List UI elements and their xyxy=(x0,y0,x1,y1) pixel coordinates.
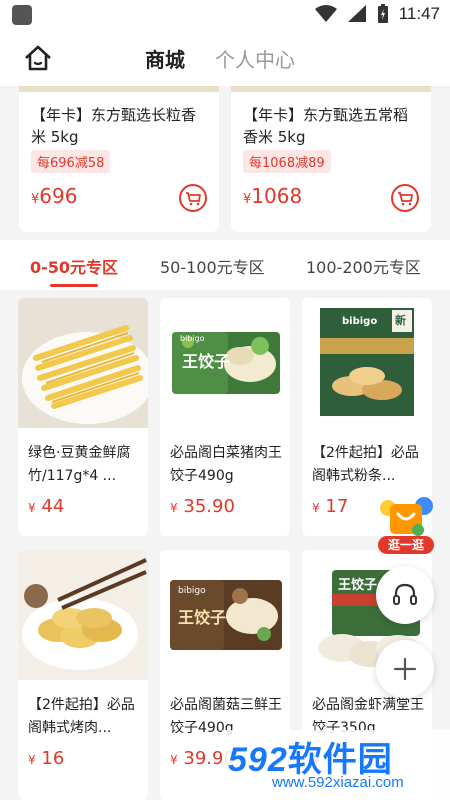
featured-card[interactable]: 【年卡】东方甄选长粒香米 5kg 每696减58 ¥696 xyxy=(19,86,219,232)
battery-icon xyxy=(377,4,388,23)
add-to-cart-icon[interactable] xyxy=(391,184,419,212)
package-text: 王饺子 xyxy=(178,608,227,627)
home-icon[interactable] xyxy=(22,42,54,74)
package-text: bibigo xyxy=(180,334,205,343)
product-card[interactable]: 王饺子 bibigo 必品阁白菜猪肉王饺子490g ¥ 35.90 xyxy=(160,298,290,536)
package-text: 新 xyxy=(395,314,406,327)
customer-service-button[interactable] xyxy=(376,566,434,624)
product-card[interactable]: 绿色·豆黄金鲜腐竹/117g*4 ... ¥ 44 xyxy=(18,298,148,536)
product-title: 绿色·豆黄金鲜腐竹/117g*4 ... xyxy=(28,445,131,484)
discount-badge: 每696减58 xyxy=(31,150,111,173)
product-title: 【2件起拍】必品阁韩式烤肉... xyxy=(28,697,135,736)
top-navigation: 商城 个人中心 xyxy=(0,32,450,86)
tab-zone-50-100[interactable]: 50-100元专区 xyxy=(160,254,265,278)
product-card[interactable]: 【2件起拍】必品阁韩式烤肉... ¥ 16 xyxy=(18,550,148,800)
tab-zone-100-200[interactable]: 100-200元专区 xyxy=(306,254,421,278)
package-text: bibigo xyxy=(178,586,206,596)
product-price: ¥ 44 xyxy=(28,496,65,517)
product-image: 王饺子 bibigo xyxy=(160,550,290,680)
browse-button[interactable]: 逛一逛 xyxy=(378,496,434,554)
active-tab-indicator xyxy=(50,284,98,287)
product-image: 王饺子 bibigo xyxy=(160,298,290,428)
watermark-url: www.592xiazai.com xyxy=(272,774,404,791)
discount-badge: 每1068减89 xyxy=(243,150,331,173)
product-title: 必品阁白菜猪肉王饺子490g xyxy=(170,445,282,484)
package-text: 王饺子 xyxy=(182,352,231,371)
browse-label: 逛一逛 xyxy=(378,536,434,554)
add-button[interactable] xyxy=(376,640,434,698)
tab-zone-0-50[interactable]: 0-50元专区 xyxy=(30,254,118,278)
tab-shop[interactable]: 商城 xyxy=(145,44,185,73)
notification-icon xyxy=(12,5,32,25)
product-image: bibigo 新 xyxy=(302,298,432,428)
product-title: 【2件起拍】必品阁韩式粉条... xyxy=(312,445,419,484)
product-image-strip xyxy=(231,86,431,92)
headset-icon xyxy=(393,583,417,605)
featured-products: 【年卡】东方甄选长粒香米 5kg 每696减58 ¥696 【年卡】东方甄选五常… xyxy=(0,86,450,236)
product-price: ¥ 16 xyxy=(28,748,65,769)
featured-price: ¥696 xyxy=(31,184,78,208)
package-text: 王饺子 xyxy=(338,578,378,593)
package-text: bibigo xyxy=(342,316,378,327)
featured-card[interactable]: 【年卡】东方甄选五常稻香米 5kg 每1068减89 ¥1068 xyxy=(231,86,431,232)
featured-price: ¥1068 xyxy=(243,184,303,208)
add-to-cart-icon[interactable] xyxy=(179,184,207,212)
product-image-strip xyxy=(19,86,219,92)
shopping-bag-icon xyxy=(380,497,433,536)
wifi-icon xyxy=(314,5,337,22)
tab-personal-center[interactable]: 个人中心 xyxy=(215,44,295,73)
product-image xyxy=(18,298,148,428)
status-time: 11:47 xyxy=(398,4,440,23)
status-bar: 11:47 xyxy=(0,0,450,32)
price-zone-tabs: 0-50元专区 50-100元专区 100-200元专区 xyxy=(0,240,450,290)
signal-icon xyxy=(347,5,366,22)
featured-title: 【年卡】东方甄选长粒香米 5kg xyxy=(31,106,197,146)
product-price: ¥ 35.90 xyxy=(170,496,235,517)
product-price: ¥ 17 xyxy=(312,496,349,517)
featured-title: 【年卡】东方甄选五常稻香米 5kg xyxy=(243,106,409,146)
plus-icon xyxy=(393,657,417,681)
watermark: 592软件园 www.592xiazai.com xyxy=(222,730,450,800)
product-image xyxy=(18,550,148,680)
